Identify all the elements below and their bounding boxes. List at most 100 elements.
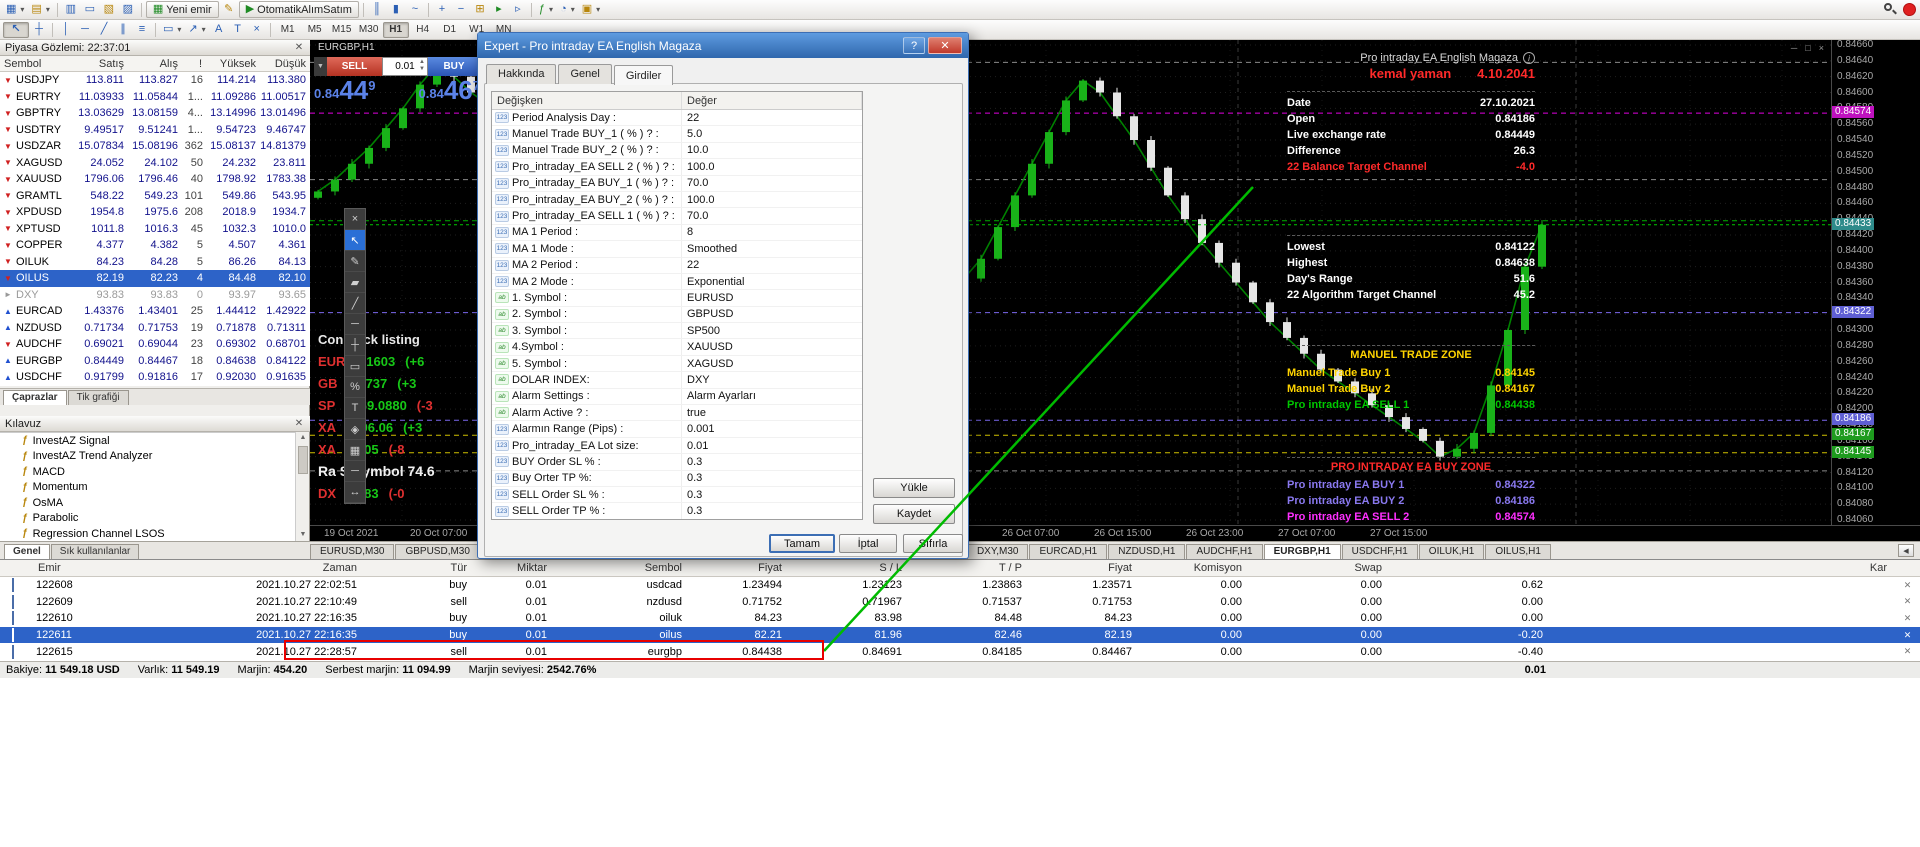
- candlestick-chart-button[interactable]: ▮: [387, 1, 405, 18]
- dialog-tab-girdiler[interactable]: Girdiler: [613, 65, 674, 85]
- toolbox-button[interactable]: ▨: [119, 1, 137, 18]
- param-value[interactable]: 0.3: [682, 472, 862, 484]
- param-row[interactable]: 123 Pro_intraday_EA BUY_1 ( % ) ? :70.0: [492, 175, 862, 192]
- zoom-in-button[interactable]: +: [433, 1, 451, 18]
- chart-tab-eurcad-h1[interactable]: EURCAD,H1: [1029, 544, 1108, 559]
- param-value[interactable]: 22: [682, 112, 862, 124]
- param-value[interactable]: true: [682, 407, 862, 419]
- move-tool-icon[interactable]: ↔: [345, 482, 365, 503]
- timeframe-h1[interactable]: H1: [382, 21, 409, 38]
- close-position-icon[interactable]: ✕: [1895, 613, 1920, 624]
- market-row-gramtl[interactable]: ▼ GRAMTL 548.22 549.23 101 549.86 543.95: [0, 187, 310, 204]
- close-icon[interactable]: ✕: [293, 418, 305, 429]
- market-watch-column-2[interactable]: Alış: [128, 58, 182, 70]
- close-icon[interactable]: ✕: [293, 42, 305, 53]
- market-watch-column-4[interactable]: Yüksek: [206, 58, 260, 70]
- shapes-tool[interactable]: ▭ ▾: [160, 21, 184, 38]
- navigator-item[interactable]: ƒ Regression Channel LSOS: [0, 526, 296, 541]
- volume-stepper[interactable]: 0.01 ▲ ▼: [382, 57, 428, 76]
- param-row[interactable]: ab 1. Symbol : EURUSD: [492, 290, 862, 307]
- param-row[interactable]: 123 Pro_intraday_EA BUY_2 ( % ) ? :100.0: [492, 191, 862, 209]
- market-row-xagusd[interactable]: ▼ XAGUSD 24.052 24.102 50 24.232 23.811: [0, 154, 310, 171]
- terminal-column-9[interactable]: Komisyon: [1140, 562, 1250, 574]
- market-row-audchf[interactable]: ▼ AUDCHF 0.69021 0.69044 23 0.69302 0.68701: [0, 336, 310, 353]
- vertical-line-tool[interactable]: │: [57, 21, 75, 38]
- dialog-tab-genel[interactable]: Genel: [558, 64, 612, 84]
- trendline-tool-icon[interactable]: ╱: [345, 293, 365, 314]
- channel-tool[interactable]: ∥: [114, 21, 132, 38]
- market-row-gbptry[interactable]: ▼ GBPTRY 13.03629 13.08159 4... 13.14996 13.01…: [0, 105, 310, 122]
- close-icon[interactable]: ×: [1819, 43, 1824, 53]
- order-row-122609[interactable]: 122609 2021.10.27 22:10:49 sell 0.01 nzdusd 0…: [0, 594, 1920, 611]
- load-button[interactable]: Yükle: [873, 478, 955, 498]
- navigator-item[interactable]: ƒ MACD: [0, 464, 296, 480]
- market-row-nzdusd[interactable]: ▲ NZDUSD 0.71734 0.71753 19 0.71878 0.71311: [0, 319, 310, 336]
- terminal-column-7[interactable]: T / P: [910, 562, 1030, 574]
- market-row-xptusd[interactable]: ▼ XPTUSD 1011.8 1016.3 45 1032.3 1010.0: [0, 220, 310, 237]
- label-tool[interactable]: T: [229, 21, 247, 38]
- param-row[interactable]: ab Alarm Settings : Alarm Ayarları: [492, 388, 862, 406]
- param-value[interactable]: 10.0: [682, 144, 862, 156]
- param-row[interactable]: 123 Period Analysis Day :22: [492, 110, 862, 127]
- param-row[interactable]: 123 SELL Order TP % :0.3: [492, 503, 862, 519]
- param-value[interactable]: DXY: [682, 374, 862, 386]
- parameters-table[interactable]: Değişken Değer 123 Period Analysis Day :2…: [491, 91, 863, 520]
- scroll-down-icon[interactable]: ▼: [296, 529, 310, 541]
- dash-tool-icon[interactable]: ─: [345, 461, 365, 482]
- param-value[interactable]: 100.0: [682, 194, 862, 206]
- timeframe-d1[interactable]: D1: [437, 22, 463, 38]
- navigator-button[interactable]: ▧: [100, 1, 118, 18]
- metaeditor-button[interactable]: ✎: [220, 1, 238, 18]
- param-row[interactable]: 123 Manuel Trade BUY_1 ( % ) ? :5.0: [492, 126, 862, 143]
- market-row-eurcad[interactable]: ▲ EURCAD 1.43376 1.43401 25 1.44412 1.42922: [0, 303, 310, 320]
- autoscroll-button[interactable]: ▸: [490, 1, 508, 18]
- ok-button[interactable]: Tamam: [769, 534, 835, 553]
- param-value[interactable]: 22: [682, 259, 862, 271]
- timeframe-h4[interactable]: H4: [410, 22, 436, 38]
- order-row-122608[interactable]: 122608 2021.10.27 22:02:51 buy 0.01 usdcad 1.…: [0, 577, 1920, 594]
- order-row-122611[interactable]: 122611 2021.10.27 22:16:35 buy 0.01 oilus 82.…: [0, 626, 1920, 644]
- market-watch-tab[interactable]: Tik grafiği: [67, 390, 129, 405]
- terminal-column-1[interactable]: Zaman: [120, 562, 365, 574]
- param-value[interactable]: 0.3: [682, 505, 862, 517]
- param-row[interactable]: 123 Buy Orter TP %: 0.3: [492, 470, 862, 487]
- chart-tab-eurusd-m30[interactable]: EURUSD,M30: [310, 544, 395, 559]
- text-tool-icon[interactable]: T: [345, 398, 365, 419]
- market-watch-column-1[interactable]: Satış: [66, 58, 128, 70]
- profiles-button[interactable]: ▤ ▾: [28, 1, 52, 18]
- param-row[interactable]: ab DOLAR INDEX: DXY: [492, 372, 862, 389]
- terminal-column-5[interactable]: Fiyat: [690, 562, 790, 574]
- eraser-tool-icon[interactable]: ◈: [345, 419, 365, 440]
- timeframe-m15[interactable]: M15: [329, 22, 355, 38]
- dialog-titlebar[interactable]: Expert - Pro intraday EA English Magaza …: [478, 33, 968, 58]
- param-value[interactable]: SP500: [682, 325, 862, 337]
- navigator-item[interactable]: ƒ OsMA: [0, 495, 296, 511]
- param-row[interactable]: 123 MA 1 Mode : Smoothed: [492, 241, 862, 258]
- param-row[interactable]: ab 3. Symbol : SP500: [492, 323, 862, 340]
- chart-tab-audchf-h1[interactable]: AUDCHF,H1: [1186, 544, 1263, 559]
- expert-properties-dialog[interactable]: Expert - Pro intraday EA English Magaza …: [477, 32, 969, 559]
- navigator-item[interactable]: ƒ Momentum: [0, 480, 296, 496]
- param-row[interactable]: ab Alarm Active ? : true: [492, 405, 862, 422]
- close-button[interactable]: ✕: [928, 37, 962, 54]
- navigator-tab[interactable]: Sık kullanılanlar: [50, 544, 140, 559]
- cancel-button[interactable]: İptal: [839, 534, 897, 553]
- terminal-column-8[interactable]: Fiyat: [1030, 562, 1140, 574]
- order-row-122610[interactable]: 122610 2021.10.27 22:16:35 buy 0.01 oiluk 84.…: [0, 610, 1920, 627]
- grid-tool-icon[interactable]: ▦: [345, 440, 365, 461]
- help-button[interactable]: ?: [903, 37, 925, 54]
- autotrading-button[interactable]: ▶ OtomatikAlımSatım: [238, 1, 359, 18]
- market-row-usdzar[interactable]: ▼ USDZAR 15.07834 15.08196 362 15.08137 14.813…: [0, 138, 310, 155]
- market-row-eurtry[interactable]: ▼ EURTRY 11.03933 11.05844 1... 11.09286 11.00…: [0, 88, 310, 105]
- timeframe-m30[interactable]: M30: [356, 22, 382, 38]
- chart-shift-button[interactable]: ▹: [509, 1, 527, 18]
- param-value[interactable]: Exponential: [682, 276, 862, 288]
- param-value[interactable]: Alarm Ayarları: [682, 390, 862, 402]
- param-value[interactable]: 0.3: [682, 489, 862, 501]
- terminal-column-2[interactable]: Tür: [365, 562, 475, 574]
- param-row[interactable]: 123 Pro_intraday_EA SELL 2 ( % ) ? :100.0: [492, 159, 862, 176]
- param-row[interactable]: ab 4.Symbol : XAUUSD: [492, 339, 862, 356]
- horizontal-line-tool[interactable]: ─: [76, 21, 94, 38]
- param-row[interactable]: 123 MA 1 Period :8: [492, 224, 862, 242]
- param-row[interactable]: 123 MA 2 Period :22: [492, 257, 862, 274]
